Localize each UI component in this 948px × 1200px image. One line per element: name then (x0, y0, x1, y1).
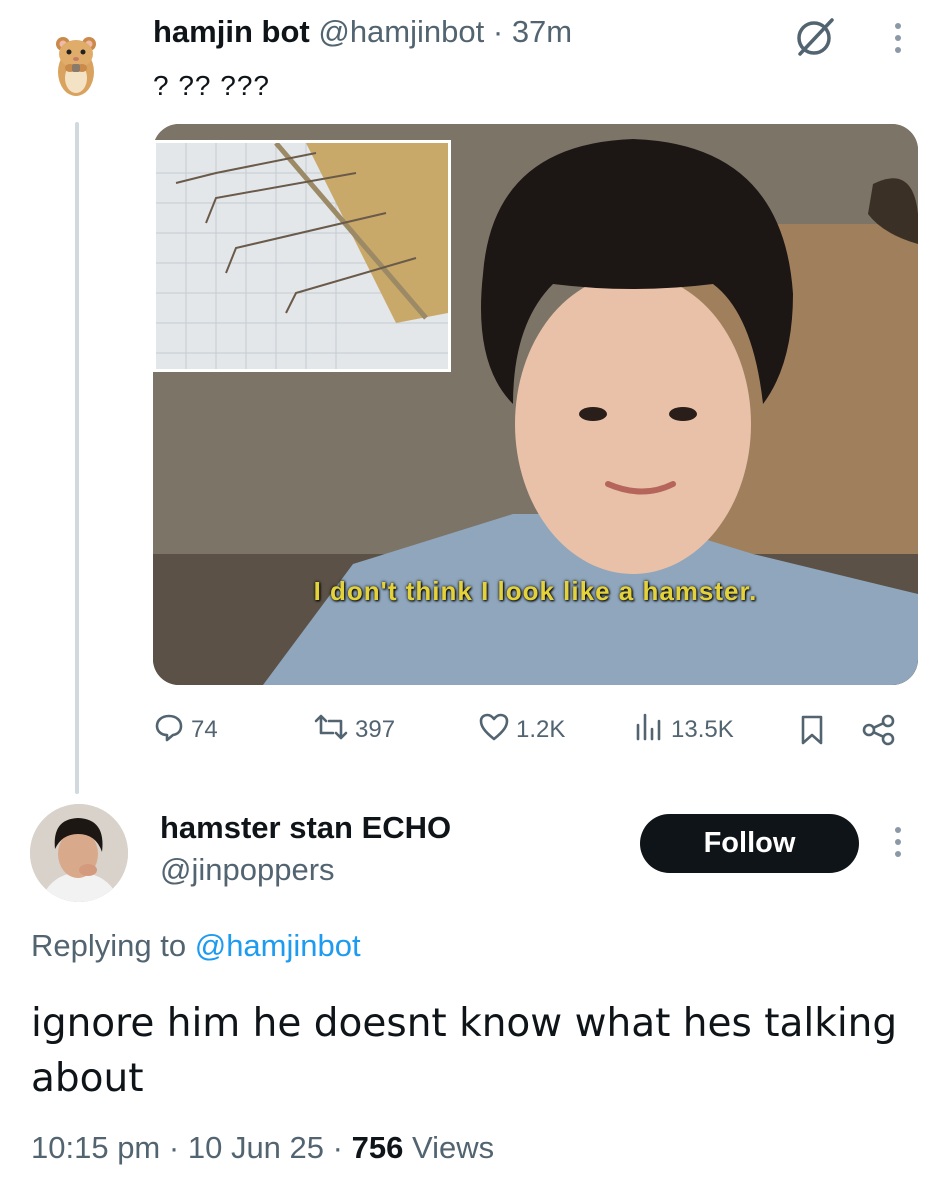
separator: · (492, 14, 504, 49)
like-icon (478, 711, 510, 750)
views-icon (633, 711, 665, 750)
reply-views-label: Views (411, 1130, 495, 1165)
views-action[interactable]: 13.5K (633, 705, 734, 755)
separator: · (332, 1130, 343, 1165)
like-count: 1.2K (516, 716, 566, 743)
grok-icon[interactable] (792, 14, 838, 60)
reply-count: 74 (191, 716, 218, 743)
author-handle[interactable]: @hamjinbot (318, 14, 484, 49)
video-caption: I don't think I look like a hamster. (313, 576, 758, 606)
author-name[interactable]: hamjin bot (153, 14, 310, 49)
reply-text: ignore him he doesnt know what hes talki… (31, 1001, 898, 1101)
more-icon[interactable] (886, 18, 910, 58)
bookmark-icon[interactable] (797, 705, 827, 755)
share-icon[interactable] (861, 705, 897, 755)
follow-button[interactable]: Follow (640, 814, 859, 873)
thread-line (75, 122, 79, 794)
reply-icon (153, 711, 185, 750)
replying-prefix: Replying to (31, 928, 187, 963)
tweet-time[interactable]: 37m (512, 14, 572, 49)
separator: · (168, 1130, 180, 1165)
views-count: 13.5K (671, 716, 734, 743)
reply-action[interactable]: 74 (153, 705, 218, 755)
like-action[interactable]: 1.2K (478, 705, 565, 755)
reply-date[interactable]: 10 Jun 25 (188, 1130, 324, 1165)
reply-author-handle[interactable]: @jinpoppers (160, 852, 335, 888)
replying-handle-link[interactable]: @hamjinbot (195, 928, 361, 963)
tweet-text: ? ?? ??? (153, 70, 270, 101)
repost-count: 397 (355, 716, 396, 743)
tweet-footer: 10:15 pm · 10 Jun 25 · 756 Views (31, 1130, 494, 1166)
replying-to: Replying to @hamjinbot (31, 928, 361, 964)
reply-time[interactable]: 10:15 pm (31, 1130, 160, 1165)
reply-author-name[interactable]: hamster stan ECHO (160, 810, 451, 846)
more-icon[interactable] (886, 822, 910, 862)
hamster-avatar[interactable] (48, 28, 104, 100)
inset-image (153, 140, 451, 372)
avatar[interactable] (30, 804, 128, 902)
repost-action[interactable]: 397 (313, 705, 395, 755)
reply-views-count: 756 (351, 1130, 404, 1165)
repost-icon (313, 711, 349, 750)
tweet-header: hamjin bot @hamjinbot · 37m (153, 14, 572, 50)
